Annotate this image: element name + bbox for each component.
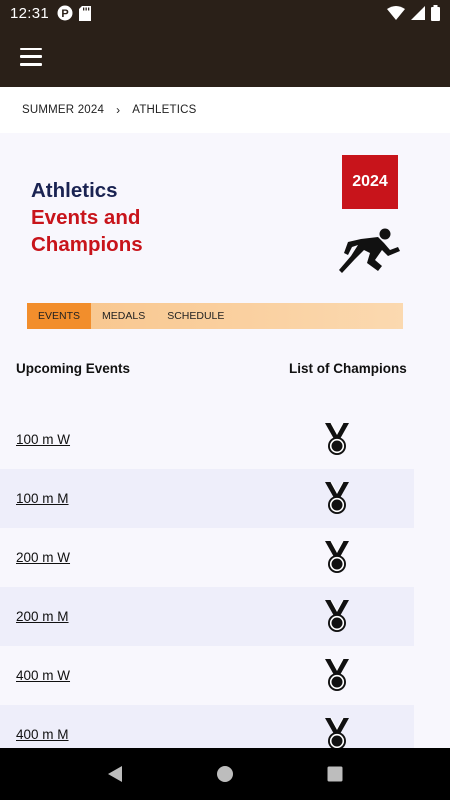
status-time: 12:31 [10,4,50,22]
medal-icon[interactable] [322,599,352,633]
breadcrumb-current: ATHLETICS [132,104,197,116]
sd-card-icon [79,5,92,21]
runner-icon [339,228,400,273]
app-notification-icon: P [57,5,73,21]
title-line-athletics: Athletics [31,179,118,202]
event-link-400m-m[interactable]: 400 m M [16,727,69,742]
wifi-icon [387,6,405,20]
status-bar: 12:31 P [0,0,450,26]
hamburger-menu-icon[interactable] [20,47,42,66]
list-item: 200 m W [0,528,414,587]
status-left-icons: P [57,5,92,21]
app-bar [0,26,450,87]
tab-schedule[interactable]: SCHEDULE [156,303,235,329]
list-item: 100 m M [0,469,414,528]
event-link-100m-w[interactable]: 100 m W [16,432,70,447]
upcoming-events-heading: Upcoming Events [16,361,131,376]
medal-icon[interactable] [322,540,352,574]
list-of-champions-heading: List of Champions [289,361,407,376]
main-content: Athletics Events and Champions 2024 EVEN… [0,133,450,748]
list-item: 100 m W [0,410,414,469]
system-navigation-bar [0,748,450,800]
medal-icon[interactable] [322,658,352,692]
battery-icon [431,5,440,21]
back-button[interactable] [95,754,135,794]
list-item: 200 m M [0,587,414,646]
back-triangle-icon [108,766,122,782]
title-line-champions: Champions [31,233,143,256]
event-link-200m-m[interactable]: 200 m M [16,609,69,624]
recents-square-icon [327,766,343,782]
status-right-icons [387,5,440,21]
page-title: Athletics Events and Champions [31,177,143,258]
medal-icon[interactable] [322,717,352,748]
medal-icon[interactable] [322,481,352,515]
home-button[interactable] [205,754,245,794]
title-line-events: Events and [31,206,141,229]
events-list: 100 m W 100 m M 200 m W 200 m M 400 m W … [0,410,414,748]
medal-icon[interactable] [322,422,352,456]
list-item: 400 m M [0,705,414,748]
breadcrumb-parent[interactable]: SUMMER 2024 [22,104,104,116]
home-circle-icon [217,766,233,782]
breadcrumb-separator: › [116,103,121,117]
event-link-400m-w[interactable]: 400 m W [16,668,70,683]
tab-bar: EVENTS MEDALS SCHEDULE [27,303,403,329]
event-link-100m-m[interactable]: 100 m M [16,491,69,506]
year-badge: 2024 [342,155,398,209]
cellular-signal-icon [411,6,425,20]
event-link-200m-w[interactable]: 200 m W [16,550,70,565]
recents-button[interactable] [315,754,355,794]
tab-medals[interactable]: MEDALS [91,303,156,329]
breadcrumb: SUMMER 2024 › ATHLETICS [0,87,450,133]
tab-events[interactable]: EVENTS [27,303,92,329]
svg-text:P: P [61,8,68,20]
list-item: 400 m W [0,646,414,705]
